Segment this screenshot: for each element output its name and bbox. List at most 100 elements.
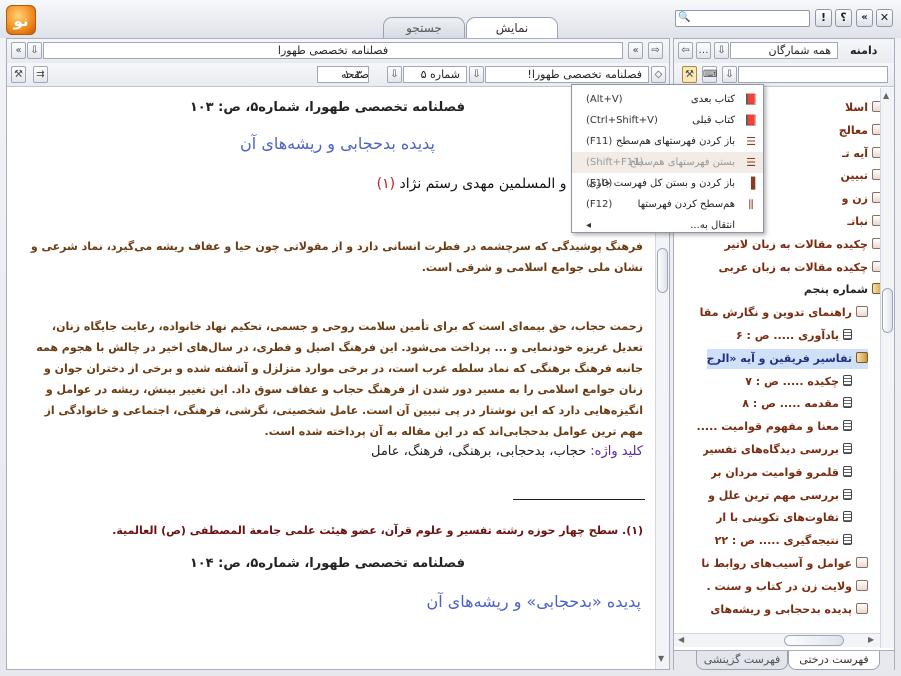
tag-icon[interactable]: ◇ [651,66,666,83]
tree-node-label: آیه تـ [841,146,868,160]
menu-item-label: هم‌سطح کردن فهرستها [637,199,735,210]
tree-node[interactable]: نتیجه‌گیری ..... ص : ۲۲ [715,531,852,551]
tree-node[interactable]: شماره پنجم [804,280,884,300]
issue-dropdown-icon[interactable]: ⇩ [387,66,402,83]
wrench-icon[interactable]: ⚒ [682,66,697,83]
paragraph-1: فرهنگ پوشیدگی که سرچشمه در فطرت انسانی د… [30,240,643,274]
keywords-label: کلید واژه: [590,444,643,459]
tab-selective-index[interactable]: فهرست گزینشی [696,651,788,670]
tree-node-label: عوامل و آسیب‌های روابط نا [701,557,852,570]
toggle-icon: ▐ [746,177,756,190]
scroll-left-icon[interactable]: ◀ [678,635,684,644]
export-icon[interactable]: ⇉ [33,66,48,83]
alert-button[interactable]: ! [815,9,832,27]
document-toolbar-bottom: ⚒ ⇉ ۱۰۳ صفحه ⇩ شماره ۵ ⇩ فصلنامه تخصصی ط… [7,63,669,87]
document-icon [843,397,852,409]
keywords-line: کلید واژه: حجاب، بدحجابی، برهنگی، فرهنگ،… [371,444,643,459]
wrench-icon[interactable]: ⚒ [11,66,26,83]
tree-node-label: پدیده بدحجابی و ریشه‌های [710,602,852,616]
domain-select[interactable]: همه شمارگان [730,42,838,59]
tree-node[interactable]: مقدمه ..... ص : ۸ [742,394,852,414]
menu-item[interactable]: ⫼ هم‌سطح کردن فهرستها (F12) [572,194,763,215]
tree-node[interactable]: چکیده ..... ص : ۷ [745,372,852,392]
tree-node[interactable]: اسلا [845,98,884,118]
menu-item[interactable]: ☰ باز کردن فهرستهای هم‌سطح (F11) [572,131,763,152]
menu-item[interactable]: 📕 کتاب قبلی (Ctrl+Shift+V) [572,110,763,131]
tree-node[interactable]: راهنمای تدوین و نگارش مقا [700,303,868,323]
author-footnote-ref[interactable]: (۱) [377,176,395,192]
tree-node[interactable]: تفاسیر فریقین و آیه «الرج [706,348,868,369]
nav-prev-button[interactable]: « [628,42,643,59]
help-button[interactable]: ؟ [835,9,852,27]
index-dropdown-icon[interactable]: ⇩ [722,66,737,83]
tree-node-label: معالج [838,123,868,137]
global-search-input[interactable]: 🔍 [675,10,810,27]
index-bottom-tabs: فهرست گزینشی فهرست درختی [674,650,894,670]
menu-item[interactable]: ☰ بستن فهرستهای هم‌سطح (Shift+F11) [572,152,763,173]
tree-node[interactable]: یادآوری ..... ص : ۶ [736,326,852,346]
tree-node[interactable]: قلمرو قوامیت مردان بر [711,463,852,483]
expand-icon: ☰ [746,135,756,148]
tree-node[interactable]: زن و [842,189,884,209]
tree-node[interactable]: پدیده بدحجابی و ریشه‌های [710,600,868,620]
tree-node-label: معنا و مفهوم قوامیت ..... [696,420,839,434]
book-field[interactable]: فصلنامه تخصصی طهورا! [485,66,649,83]
book-dropdown-icon[interactable]: ⇩ [469,66,484,83]
scroll-thumb[interactable] [882,288,893,333]
index-search-input[interactable] [738,66,888,83]
keyboard-icon[interactable]: ⌨ [702,66,717,83]
document-icon [843,511,852,523]
tree-node-label: تفاسیر فریقین و آیه «الرج [706,351,852,365]
index-scrollbar[interactable]: ▲ [880,88,894,648]
book-icon [856,351,868,363]
tab-search[interactable]: جستجو [383,17,465,38]
menu-item-label: کتاب بعدی [690,94,735,105]
tab-tree-index[interactable]: فهرست درختی [788,651,880,670]
tree-node[interactable]: ولایت زن در کتاب و سنت . [706,577,868,597]
tree-node[interactable]: چکیده مقالات به زبان عربی [719,258,884,278]
article-title-2: پدیده «بدحجابی» و ریشه‌های آن [426,592,641,611]
title-field[interactable]: فصلنامه تخصصی طهورا [43,42,623,59]
page-label: صفحه [341,68,369,81]
tree-node[interactable]: نباتـ [847,212,884,232]
tree-node-label: چکیده ..... ص : ۷ [745,374,839,388]
index-forward-icon[interactable]: ⇦ [678,42,693,59]
tree-node[interactable]: بررسی دیدگاه‌های تفسیر [703,440,852,460]
tree-node[interactable]: چکیده مقالات به زبان لاتیر [724,235,884,255]
scroll-right-icon[interactable]: ▶ [868,635,874,644]
back-nav-button[interactable]: « [856,9,873,27]
book-prev-icon: 📕 [744,114,758,127]
menu-item[interactable]: انتقال به... ◂ [572,215,763,236]
menu-item[interactable]: ▐ باز کردن و بستن کل فهرست جاری (F10) [572,173,763,194]
tree-node[interactable]: معنا و مفهوم قوامیت ..... [697,417,852,437]
issue-field[interactable]: شماره ۵ [403,66,467,83]
tree-node[interactable]: بررسی مهم ترین علل و [708,486,852,506]
scroll-thumb[interactable] [657,248,668,293]
nav-first-button[interactable]: « [11,42,26,59]
menu-item-label: کتاب قبلی [692,115,735,126]
scroll-down-icon[interactable]: ▼ [658,654,664,663]
tree-node[interactable]: آیه تـ [842,144,884,164]
tree-node[interactable]: تبیین [841,166,884,186]
tree-node[interactable]: معالج [839,121,884,141]
document-icon [843,374,852,386]
document-toolbar-top: « ⇩ فصلنامه تخصصی طهورا « ⇨ [7,39,669,63]
domain-dropdown-icon[interactable]: ⇩ [714,42,729,59]
index-toolbar-top: ⇦ … ⇩ همه شمارگان دامنه [674,39,894,63]
tab-display[interactable]: نمایش [466,17,558,39]
scroll-up-icon[interactable]: ▲ [883,91,889,100]
dropdown-arrow-icon[interactable]: ⇩ [27,42,42,59]
page-header-2: فصلنامه تخصصی طهورا، شماره۵، ص: ۱۰۴ [189,556,465,571]
hscroll-thumb[interactable] [784,635,844,646]
menu-item[interactable]: 📕 کتاب بعدی (Alt+V) [572,89,763,110]
menu-item-label: انتقال به... [690,220,735,231]
level-icon: ⫼ [748,198,754,211]
index-hscrollbar[interactable]: ◀ ▶ [674,633,880,647]
more-options-button[interactable]: … [696,42,711,59]
tree-node[interactable]: تفاوت‌های تکوینی با ار [716,508,852,528]
tree-node-label: شماره پنجم [803,283,868,297]
menu-item-shortcut: (F11) [586,136,613,147]
nav-forward-icon[interactable]: ⇨ [648,42,663,59]
tree-node[interactable]: عوامل و آسیب‌های روابط نا [701,554,868,574]
close-button[interactable]: ✕ [876,9,893,27]
